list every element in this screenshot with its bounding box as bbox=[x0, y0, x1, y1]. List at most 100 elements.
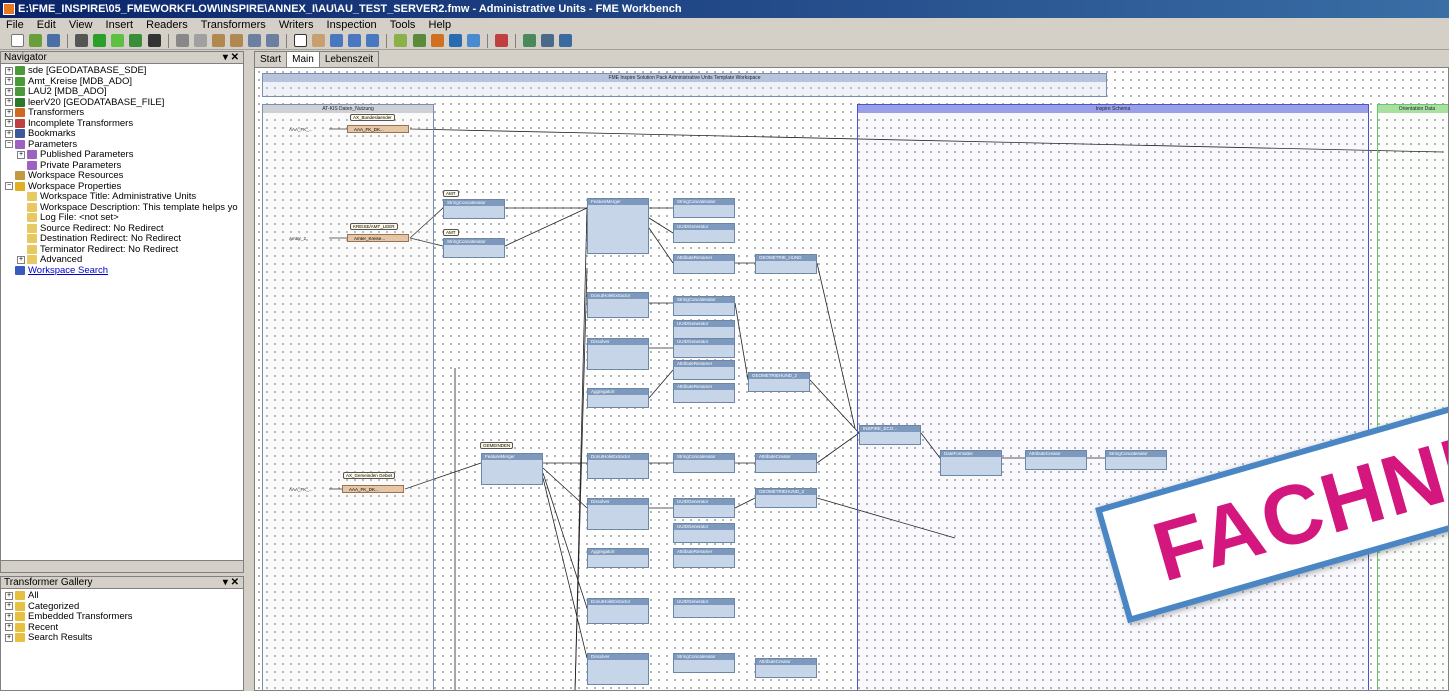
transformer-node[interactable]: DonutHoleExtractor bbox=[587, 292, 649, 318]
expander-icon[interactable]: − bbox=[5, 140, 13, 148]
annotation-icon[interactable] bbox=[466, 34, 480, 47]
transformer-node[interactable]: GEOMETRIE_HUND bbox=[755, 254, 817, 274]
feature-type-amter-kreise[interactable]: Amter_Kreise... bbox=[347, 234, 409, 242]
transformer-port[interactable] bbox=[674, 396, 734, 402]
label-amt-1[interactable]: AMT bbox=[443, 190, 459, 197]
label-gemeinden[interactable]: GEMEINDEN bbox=[480, 442, 514, 449]
transformer-node[interactable]: StringConcatenator bbox=[673, 453, 735, 473]
menu-file[interactable]: File bbox=[6, 19, 24, 31]
feature-type-aaa-dk-1[interactable]: AAA_FK_DK... bbox=[347, 125, 409, 133]
tab-start[interactable]: Start bbox=[254, 51, 288, 67]
expander-icon[interactable]: + bbox=[5, 633, 13, 642]
transformer-node[interactable]: Dissolver bbox=[587, 338, 649, 370]
tab-main[interactable]: Main bbox=[286, 51, 320, 67]
expander-icon[interactable]: + bbox=[5, 119, 13, 127]
transformer-node[interactable]: StringConcatenator bbox=[443, 238, 505, 258]
transformer-port[interactable] bbox=[1106, 463, 1166, 469]
connection-line[interactable] bbox=[648, 369, 674, 399]
connection-line[interactable] bbox=[734, 302, 749, 381]
transformer-port[interactable] bbox=[588, 472, 648, 478]
transformer-node[interactable]: AttributeCreator bbox=[755, 658, 817, 678]
transformer-node[interactable]: AttributeCreator bbox=[1025, 450, 1087, 470]
connection-line[interactable] bbox=[816, 262, 856, 429]
zoom-in-icon[interactable] bbox=[330, 34, 344, 47]
transformer-port[interactable] bbox=[674, 351, 734, 357]
transformer-port[interactable] bbox=[674, 466, 734, 472]
pause-icon[interactable] bbox=[75, 34, 89, 47]
zoom-extents-icon[interactable] bbox=[366, 34, 380, 47]
navigator-icon[interactable] bbox=[541, 34, 554, 47]
expander-icon[interactable]: + bbox=[5, 129, 13, 138]
run-with-prompt-icon[interactable] bbox=[111, 34, 125, 47]
expander-icon[interactable]: + bbox=[5, 602, 13, 610]
inspect-icon[interactable] bbox=[494, 34, 508, 47]
open-icon[interactable] bbox=[29, 34, 43, 47]
save-icon[interactable] bbox=[47, 34, 61, 47]
menu-inspection[interactable]: Inspection bbox=[327, 19, 377, 31]
reader-settings-icon[interactable] bbox=[522, 34, 536, 47]
transformer-port[interactable] bbox=[588, 617, 648, 623]
transformer-node[interactable]: StringConcatenator bbox=[1105, 450, 1167, 470]
connection-line[interactable] bbox=[504, 207, 588, 247]
connection-line[interactable] bbox=[816, 432, 860, 464]
transformer-port[interactable] bbox=[674, 536, 734, 542]
transformer-node[interactable]: Dissolver bbox=[587, 498, 649, 530]
expander-icon[interactable]: + bbox=[5, 87, 13, 96]
transformer-node[interactable]: StringConcatenator bbox=[673, 198, 735, 218]
transformer-port[interactable] bbox=[588, 523, 648, 529]
transformer-port[interactable] bbox=[1026, 463, 1086, 469]
feature-type-aaa-dk-2[interactable]: AAA_FK_DK... bbox=[342, 485, 404, 493]
transformer-node[interactable]: DonutHoleExtractor bbox=[587, 598, 649, 624]
redo-icon[interactable] bbox=[265, 34, 279, 47]
transformer-node[interactable]: AttributeRenamer bbox=[673, 548, 735, 568]
menu-readers[interactable]: Readers bbox=[146, 19, 188, 31]
run-icon[interactable] bbox=[93, 34, 107, 47]
menu-view[interactable]: View bbox=[69, 19, 93, 31]
transformer-node[interactable]: AggregatorI bbox=[587, 548, 649, 568]
transformer-port[interactable] bbox=[674, 666, 734, 672]
stop-icon[interactable] bbox=[147, 34, 161, 47]
transformer-port[interactable] bbox=[444, 212, 504, 218]
connection-line[interactable] bbox=[809, 379, 860, 434]
transformer-port[interactable] bbox=[588, 561, 648, 567]
transformer-port[interactable] bbox=[588, 401, 648, 407]
transformer-port[interactable] bbox=[674, 373, 734, 379]
transformer-node[interactable]: AttributeRenamer bbox=[673, 383, 735, 403]
add-reader-icon[interactable] bbox=[394, 34, 408, 47]
transformer-port[interactable] bbox=[588, 678, 648, 684]
expander-icon[interactable]: + bbox=[17, 255, 25, 264]
transformer-port[interactable] bbox=[756, 671, 816, 677]
transformer-node[interactable]: GEOMETRIEHUND_2 bbox=[755, 488, 817, 508]
transformer-node[interactable]: StringConcatenator bbox=[673, 296, 735, 316]
bookmark-inspire-schema[interactable]: Inspire Schema bbox=[857, 104, 1369, 690]
navigator-item-label[interactable]: Workspace Search bbox=[28, 265, 108, 276]
gallery-item[interactable]: + Search Results bbox=[5, 632, 243, 644]
connection-line[interactable] bbox=[734, 497, 756, 509]
transformer-node[interactable]: INSPIRE_ECO... bbox=[859, 425, 921, 445]
transformer-node[interactable]: FeatureMerger bbox=[481, 453, 543, 485]
menu-transformers[interactable]: Transformers bbox=[201, 19, 266, 31]
run-to-icon[interactable] bbox=[129, 34, 143, 47]
transformer-node[interactable]: UUIDGenerator bbox=[673, 523, 735, 543]
transformer-port[interactable] bbox=[756, 466, 816, 472]
workspace-canvas[interactable]: FME Inspire Solution Pack Administrative… bbox=[254, 67, 1449, 691]
transformer-node[interactable]: FeatureMerger bbox=[587, 198, 649, 254]
transformer-port[interactable] bbox=[444, 251, 504, 257]
source-amter[interactable]: Amter_2 bbox=[289, 235, 329, 242]
transformer-node[interactable]: AttributeRenamer bbox=[673, 360, 735, 380]
paste-special-icon[interactable] bbox=[229, 34, 243, 47]
transformer-node[interactable]: DonutHoleExtractor bbox=[587, 453, 649, 479]
transformer-node[interactable]: UUIDGenerator bbox=[673, 498, 735, 518]
expander-icon[interactable]: + bbox=[5, 623, 13, 631]
transformer-port[interactable] bbox=[674, 561, 734, 567]
transformer-port[interactable] bbox=[674, 611, 734, 617]
transformer-port[interactable] bbox=[588, 247, 648, 253]
transformer-port[interactable] bbox=[588, 363, 648, 369]
bookmark-atkis[interactable]: AT-KIS Daten_Nutzung bbox=[262, 104, 434, 690]
transformer-port[interactable] bbox=[588, 311, 648, 317]
transformer-port[interactable] bbox=[756, 267, 816, 273]
expander-icon[interactable]: + bbox=[5, 98, 13, 106]
label-kreise-amt[interactable]: KREISE/AMT_LEER bbox=[350, 223, 398, 230]
undo-icon[interactable] bbox=[247, 34, 261, 47]
navigator-controls[interactable]: ▾ ✕ bbox=[223, 52, 239, 64]
